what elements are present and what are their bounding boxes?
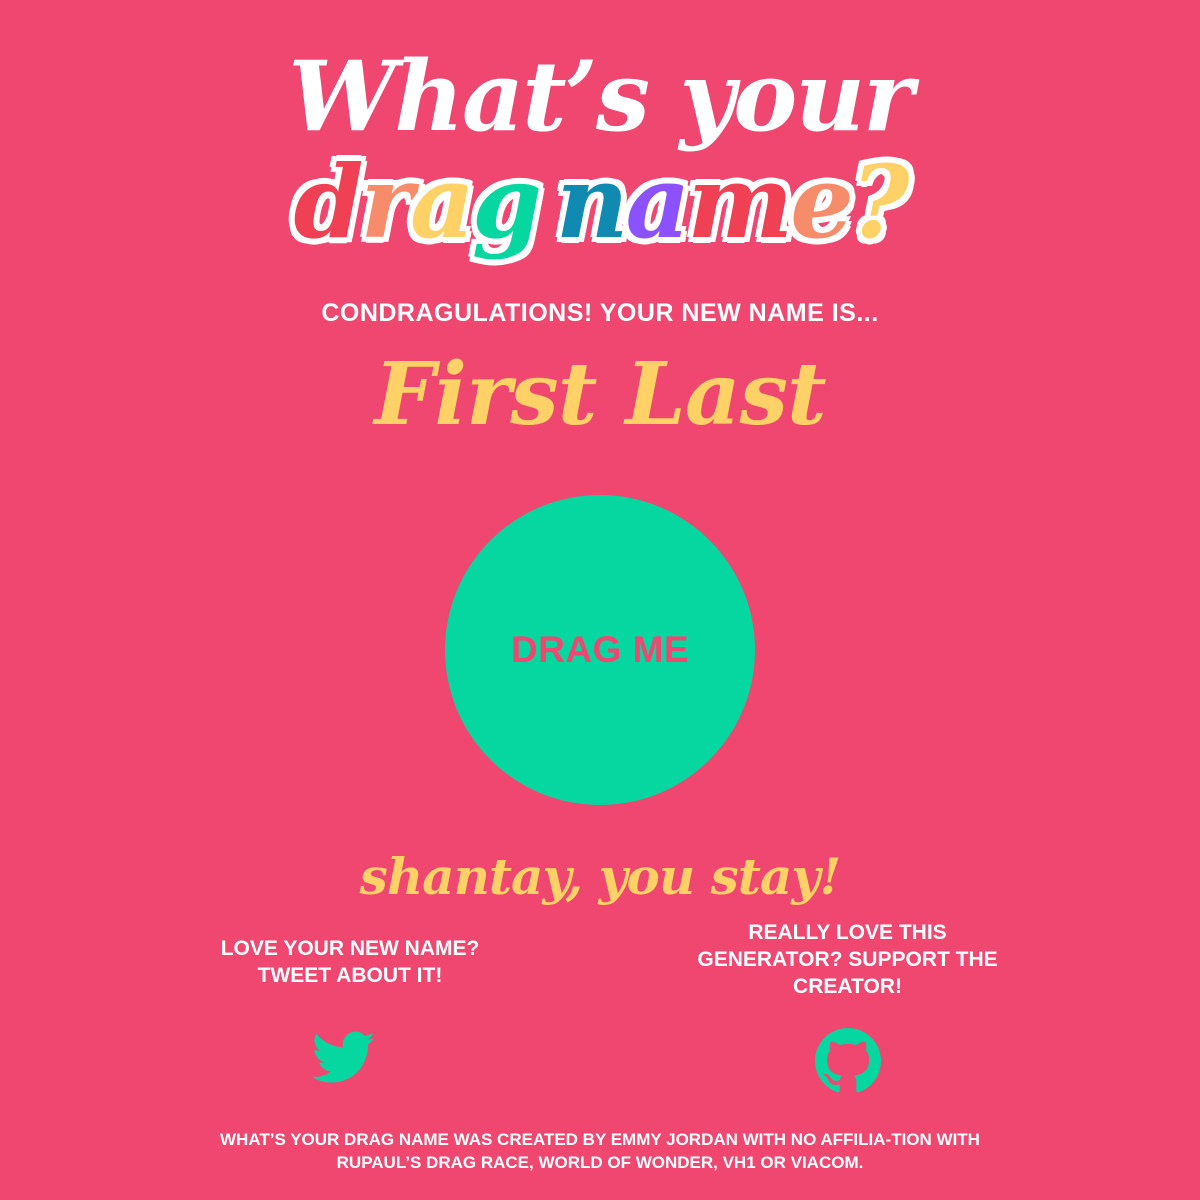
support-prompt: REALLY LOVE THIS GENERATOR? SUPPORT THE … [697, 921, 998, 998]
logo-letter: n [555, 143, 629, 261]
twitter-icon [311, 1031, 375, 1083]
result-intro: CONDRAGULATIONS! YOUR NEW NAME IS... [321, 299, 879, 327]
drag-name-page: What’s your drag name? CONDRAGULATIONS! … [0, 0, 1200, 1200]
logo-letter: r [360, 143, 413, 261]
github-link[interactable] [815, 1028, 881, 1094]
drag-me-label: DRAG ME [510, 629, 690, 670]
logo-title-line2: drag name? [0, 145, 1200, 260]
tweet-link[interactable] [311, 1030, 376, 1086]
logo-letter: ? [850, 143, 910, 261]
logo-letter: e [790, 143, 854, 261]
logo-letter: a [625, 143, 691, 261]
logo-letter: d [293, 143, 364, 261]
tweet-prompt: LOVE YOUR NEW NAME? TWEET ABOUT IT! [220, 937, 480, 987]
tagline: shantay, you stay! [359, 847, 842, 906]
logo-letter: m [687, 143, 793, 261]
generated-drag-name: First Last [374, 344, 826, 445]
logo-letter: a [410, 143, 475, 261]
footer-disclaimer: WHAT’S YOUR DRAG NAME WAS CREATED BY EMM… [220, 1130, 980, 1172]
github-icon [815, 1028, 881, 1093]
logo-letter: g [471, 143, 542, 261]
logo-title-line1: What’s your [288, 40, 913, 153]
drag-me-button[interactable]: DRAG ME [445, 495, 755, 805]
logo-letter [539, 143, 556, 261]
